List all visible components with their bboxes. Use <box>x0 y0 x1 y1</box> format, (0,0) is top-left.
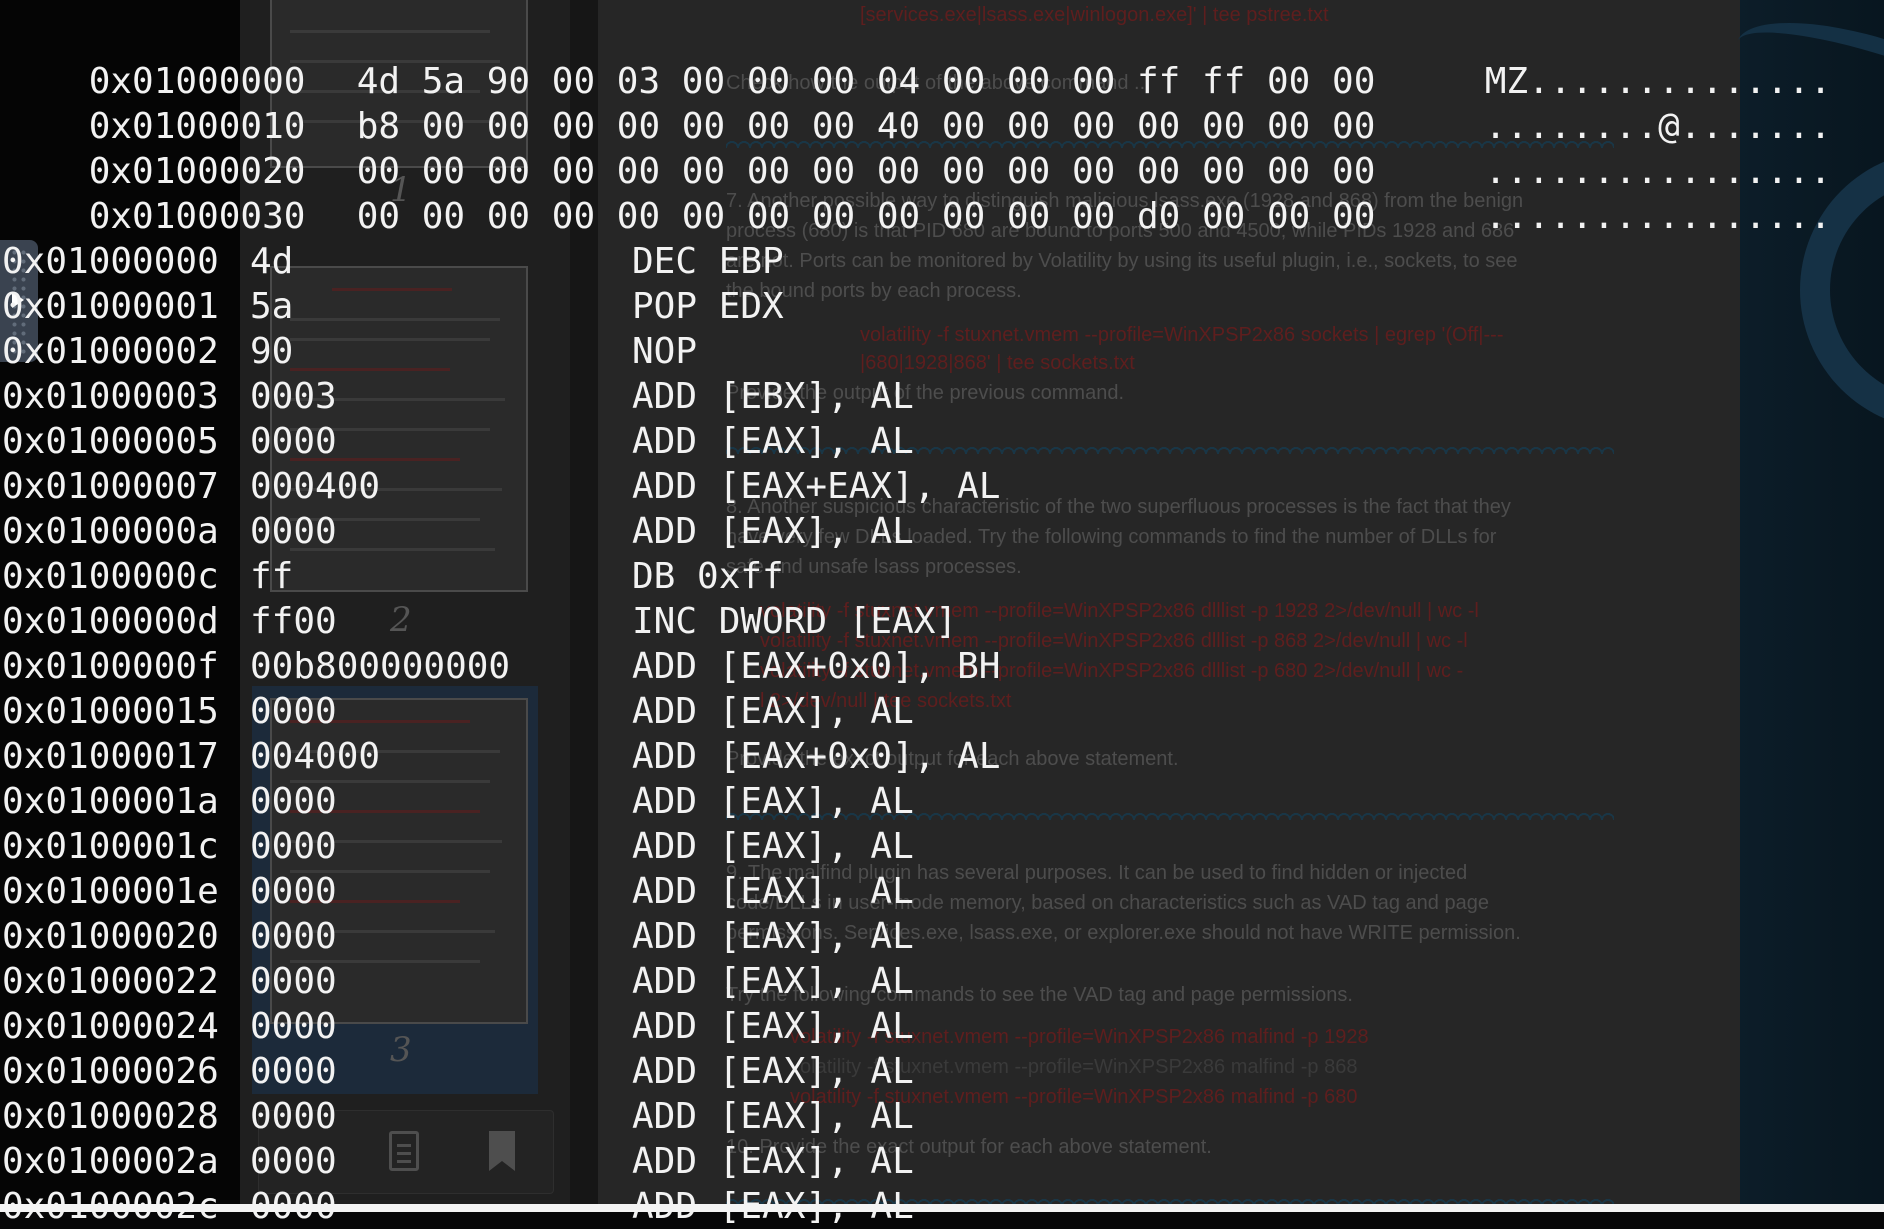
instruction-mnemonic: ADD [EAX], AL <box>632 826 914 867</box>
disassembly-row: 0x01000024 0000 ADD [EAX], AL <box>2 1004 914 1049</box>
instruction-mnemonic: ADD [EAX], AL <box>632 421 914 462</box>
disassembly-row: 0x01000015 0000 ADD [EAX], AL <box>2 689 914 734</box>
disassembly-row: 0x0100000c ff DB 0xff <box>2 554 784 599</box>
instruction-opcode: 0000 <box>250 781 337 822</box>
instruction-mnemonic: ADD [EAX+0x0], AL <box>632 736 1001 777</box>
hexdump-row: 0x01000010 b8 00 00 00 00 00 00 00 40 00 … <box>2 59 1832 147</box>
instruction-mnemonic: ADD [EAX], AL <box>632 871 914 912</box>
hexdump-row: 0x01000000 4d 5a 90 00 03 00 00 00 04 00 … <box>2 14 1832 102</box>
instruction-opcode: 0000 <box>250 691 337 732</box>
instruction-mnemonic: ADD [EAX+0x0], BH <box>632 646 1001 687</box>
instruction-mnemonic: ADD [EAX], AL <box>632 1096 914 1137</box>
hexdump-bytes: 00 00 00 00 00 00 00 00 00 00 00 00 d0 0… <box>356 196 1376 237</box>
instruction-mnemonic: INC DWORD [EAX] <box>632 601 958 642</box>
disassembly-row: 0x01000022 0000 ADD [EAX], AL <box>2 959 914 1004</box>
disassembly-row: 0x0100002a 0000 ADD [EAX], AL <box>2 1139 914 1184</box>
instruction-mnemonic: DB 0xff <box>632 556 784 597</box>
disassembly-row: 0x01000001 5a POP EDX <box>2 284 784 329</box>
instruction-address: 0x0100002a <box>2 1141 219 1182</box>
instruction-opcode: 0000 <box>250 1141 337 1182</box>
disassembly-row: 0x01000028 0000 ADD [EAX], AL <box>2 1094 914 1139</box>
instruction-opcode: 90 <box>250 331 294 372</box>
hexdump-row: 0x01000020 00 00 00 00 00 00 00 00 00 00 … <box>2 104 1832 192</box>
instruction-opcode: 0000 <box>250 1006 337 1047</box>
hexdump-ascii: ................ <box>1484 196 1832 237</box>
instruction-address: 0x01000002 <box>2 331 219 372</box>
instruction-mnemonic: ADD [EAX], AL <box>632 511 914 552</box>
terminal-output: 0x01000000 4d 5a 90 00 03 00 00 00 04 00 … <box>0 0 1884 1227</box>
instruction-opcode: 0000 <box>250 421 337 462</box>
instruction-mnemonic: ADD [EAX], AL <box>632 1006 914 1047</box>
instruction-address: 0x01000003 <box>2 376 219 417</box>
disassembly-row: 0x01000002 90 NOP <box>2 329 697 374</box>
instruction-mnemonic: DEC EBP <box>632 241 784 282</box>
instruction-address: 0x0100001c <box>2 826 219 867</box>
instruction-address: 0x01000017 <box>2 736 219 777</box>
instruction-address: 0x01000026 <box>2 1051 219 1092</box>
instruction-opcode: 0000 <box>250 916 337 957</box>
disassembly-row: 0x0100000d ff00 INC DWORD [EAX] <box>2 599 957 644</box>
instruction-opcode: ff00 <box>250 601 337 642</box>
instruction-address: 0x0100001e <box>2 871 219 912</box>
disassembly-row: 0x0100001e 0000 ADD [EAX], AL <box>2 869 914 914</box>
instruction-mnemonic: POP EDX <box>632 286 784 327</box>
disassembly-row: 0x01000017 004000 ADD [EAX+0x0], AL <box>2 734 1000 779</box>
disassembly-row: 0x0100001c 0000 ADD [EAX], AL <box>2 824 914 869</box>
instruction-mnemonic: ADD [EAX], AL <box>632 781 914 822</box>
disassembly-row: 0x0100000f 00b800000000 ADD [EAX+0x0], BH <box>2 644 1000 689</box>
instruction-opcode: 4d <box>250 241 294 282</box>
instruction-mnemonic: ADD [EAX], AL <box>632 961 914 1002</box>
instruction-opcode: 0000 <box>250 871 337 912</box>
instruction-address: 0x01000007 <box>2 466 219 507</box>
instruction-mnemonic: ADD [EAX], AL <box>632 1141 914 1182</box>
instruction-opcode: 5a <box>250 286 294 327</box>
instruction-mnemonic: ADD [EAX], AL <box>632 1051 914 1092</box>
instruction-opcode: 00b800000000 <box>250 646 511 687</box>
instruction-address: 0x01000005 <box>2 421 219 462</box>
instruction-opcode: 000400 <box>250 466 381 507</box>
instruction-mnemonic: ADD [EAX], AL <box>632 916 914 957</box>
instruction-address: 0x0100000f <box>2 646 219 687</box>
instruction-opcode: 0000 <box>250 1096 337 1137</box>
instruction-address: 0x01000028 <box>2 1096 219 1137</box>
instruction-opcode: 0000 <box>250 961 337 1002</box>
instruction-opcode: 0000 <box>250 826 337 867</box>
instruction-opcode: 0003 <box>250 376 337 417</box>
instruction-address: 0x01000022 <box>2 961 219 1002</box>
disassembly-row: 0x0100000a 0000 ADD [EAX], AL <box>2 509 914 554</box>
disassembly-row: 0x0100001a 0000 ADD [EAX], AL <box>2 779 914 824</box>
hexdump-row: 0x01000030 00 00 00 00 00 00 00 00 00 00 … <box>2 149 1832 237</box>
instruction-opcode: 0000 <box>250 511 337 552</box>
disassembly-row: 0x01000005 0000 ADD [EAX], AL <box>2 419 914 464</box>
instruction-mnemonic: NOP <box>632 331 698 372</box>
instruction-address: 0x0100000c <box>2 556 219 597</box>
instruction-address: 0x0100000d <box>2 601 219 642</box>
instruction-address: 0x0100000a <box>2 511 219 552</box>
hexdump-address: 0x01000030 <box>88 196 306 237</box>
disassembly-row: 0x01000020 0000 ADD [EAX], AL <box>2 914 914 959</box>
instruction-address: 0x01000001 <box>2 286 219 327</box>
window-bottom-edge <box>0 1204 1884 1212</box>
instruction-mnemonic: ADD [EBX], AL <box>632 376 914 417</box>
instruction-address: 0x0100001a <box>2 781 219 822</box>
disassembly-row: 0x01000007 000400 ADD [EAX+EAX], AL <box>2 464 1000 509</box>
instruction-opcode: ff <box>250 556 294 597</box>
instruction-mnemonic: ADD [EAX+EAX], AL <box>632 466 1001 507</box>
instruction-mnemonic: ADD [EAX], AL <box>632 691 914 732</box>
instruction-address: 0x01000020 <box>2 916 219 957</box>
disassembly-row: 0x01000003 0003 ADD [EBX], AL <box>2 374 914 419</box>
instruction-opcode: 0000 <box>250 1051 337 1092</box>
instruction-address: 0x01000000 <box>2 241 219 282</box>
instruction-address: 0x01000015 <box>2 691 219 732</box>
disassembly-row: 0x01000026 0000 ADD [EAX], AL <box>2 1049 914 1094</box>
disassembly-row: 0x01000000 4d DEC EBP <box>2 239 784 284</box>
instruction-opcode: 004000 <box>250 736 381 777</box>
instruction-address: 0x01000024 <box>2 1006 219 1047</box>
